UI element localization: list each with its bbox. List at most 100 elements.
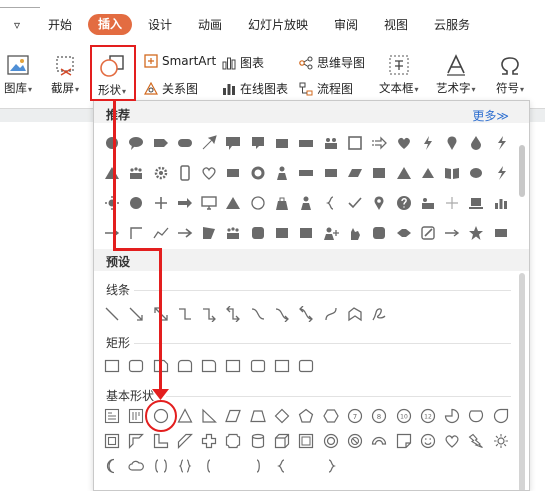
shape-square-outline[interactable] bbox=[345, 133, 365, 153]
shape-curve[interactable] bbox=[321, 304, 341, 324]
shape-rect-callout-2[interactable] bbox=[248, 133, 268, 153]
tab-review[interactable]: 审阅 bbox=[334, 15, 358, 35]
shape-heart-outline[interactable] bbox=[199, 163, 219, 183]
shape-monitor[interactable] bbox=[199, 193, 219, 213]
shape-rectangle-3[interactable] bbox=[272, 356, 292, 376]
screenshot-tool[interactable]: 截屏▾ bbox=[51, 54, 79, 96]
shape-lightning[interactable] bbox=[418, 133, 438, 153]
shape-bevel[interactable] bbox=[296, 431, 316, 451]
shape-rounded-rectangle-3[interactable] bbox=[296, 356, 316, 376]
shape-line-arrow[interactable] bbox=[126, 304, 146, 324]
shape-double-brace[interactable] bbox=[175, 456, 195, 476]
shape-bolt-3[interactable] bbox=[491, 163, 511, 183]
gallery-scrollbar-upper[interactable] bbox=[519, 145, 525, 197]
shape-arrow-line-2[interactable] bbox=[175, 223, 195, 243]
shape-blob[interactable] bbox=[466, 163, 486, 183]
online-chart-tool[interactable]: 在线图表 bbox=[222, 80, 288, 97]
shape-person-plus[interactable] bbox=[321, 223, 341, 243]
shape-freeform[interactable] bbox=[345, 304, 365, 324]
flowchart-tool[interactable]: 流程图 bbox=[299, 80, 353, 97]
shape-zigzag[interactable] bbox=[151, 223, 171, 243]
shape-can[interactable] bbox=[248, 431, 268, 451]
shape-arrow-right[interactable] bbox=[175, 193, 195, 213]
shape-triangle[interactable] bbox=[102, 163, 122, 183]
shape-rect[interactable] bbox=[272, 133, 292, 153]
shape-parallelogram[interactable] bbox=[345, 163, 365, 183]
shape-cross-light[interactable] bbox=[442, 193, 462, 213]
tab-design[interactable]: 设计 bbox=[148, 15, 172, 35]
shape-elbow-connector[interactable] bbox=[175, 304, 195, 324]
shape-rounded-square-2[interactable] bbox=[369, 223, 389, 243]
shape-round-top[interactable] bbox=[175, 356, 195, 376]
shape-diagonal-stripe[interactable] bbox=[175, 431, 195, 451]
shape-elbow-arrow[interactable] bbox=[199, 304, 219, 324]
shape-smiley[interactable] bbox=[418, 431, 438, 451]
tab-start[interactable]: 开始 bbox=[48, 15, 72, 35]
shape-snip-round[interactable] bbox=[199, 356, 219, 376]
shape-question[interactable] bbox=[394, 193, 414, 213]
shape-decagon[interactable]: 10 bbox=[394, 406, 414, 426]
shape-moon[interactable] bbox=[102, 456, 122, 476]
shape-right-bracket[interactable] bbox=[248, 456, 268, 476]
shape-no-symbol[interactable] bbox=[345, 431, 365, 451]
shape-drop[interactable] bbox=[466, 133, 486, 153]
shape-cube[interactable] bbox=[272, 431, 292, 451]
shape-triangle-4[interactable] bbox=[223, 193, 243, 213]
shape-parallelogram-outline[interactable] bbox=[223, 406, 243, 426]
shape-circle-outline[interactable] bbox=[248, 193, 268, 213]
shape-rounded-rect[interactable] bbox=[175, 133, 195, 153]
shape-laptop[interactable] bbox=[466, 193, 486, 213]
tab-slideshow[interactable]: 幻灯片放映 bbox=[248, 15, 308, 35]
shape-pentagon[interactable] bbox=[296, 406, 316, 426]
shape-diamond[interactable] bbox=[272, 406, 292, 426]
shape-bar[interactable] bbox=[296, 163, 316, 183]
shape-vertical-textbox[interactable] bbox=[126, 406, 146, 426]
shape-circle[interactable] bbox=[102, 133, 122, 153]
shape-trapezoid[interactable] bbox=[248, 406, 268, 426]
shape-rounded-rectangle-2[interactable] bbox=[248, 356, 268, 376]
shape-triangle-3[interactable] bbox=[418, 163, 438, 183]
shape-rect-6[interactable] bbox=[272, 223, 292, 243]
shape-edit[interactable] bbox=[418, 223, 438, 243]
shape-arc[interactable] bbox=[369, 431, 389, 451]
shape-double-bracket[interactable] bbox=[151, 456, 171, 476]
shape-star[interactable] bbox=[466, 223, 486, 243]
tab-cloud[interactable]: 云服务 bbox=[434, 15, 470, 35]
shape-textbox[interactable] bbox=[102, 406, 122, 426]
shape-brace[interactable] bbox=[321, 193, 341, 213]
shape-frame[interactable] bbox=[102, 431, 122, 451]
shape-triangle-2[interactable] bbox=[394, 163, 414, 183]
shape-curved-connector[interactable] bbox=[248, 304, 268, 324]
shape-team[interactable] bbox=[418, 193, 438, 213]
shape-arrow-line-3[interactable] bbox=[442, 223, 462, 243]
textbox-tool[interactable]: 文本框▾ bbox=[379, 54, 419, 96]
symbol-tool[interactable]: 符号▾ bbox=[496, 54, 524, 96]
shape-rectangle-2[interactable] bbox=[223, 356, 243, 376]
chart-tool[interactable]: 图表 bbox=[222, 54, 264, 71]
shape-heart[interactable] bbox=[394, 133, 414, 153]
shape-rounded-rectangle[interactable] bbox=[126, 356, 146, 376]
shape-folded-corner[interactable] bbox=[394, 431, 414, 451]
shape-octagon[interactable]: 8 bbox=[369, 406, 389, 426]
smartart-tool[interactable]: SmartArt bbox=[144, 54, 216, 68]
shape-chord[interactable] bbox=[466, 406, 486, 426]
shape-striped-arrow[interactable] bbox=[369, 133, 389, 153]
shape-rect-5[interactable] bbox=[369, 163, 389, 183]
shape-curved-arrow[interactable] bbox=[272, 304, 292, 324]
shape-circle-2[interactable] bbox=[126, 193, 146, 213]
shape-sun[interactable] bbox=[102, 193, 122, 213]
shape-check[interactable] bbox=[345, 193, 365, 213]
shape-pie[interactable] bbox=[442, 406, 462, 426]
shape-heptagon[interactable]: 7 bbox=[345, 406, 365, 426]
gallery-scrollbar-lower[interactable] bbox=[519, 273, 525, 490]
shape-line[interactable] bbox=[102, 304, 122, 324]
relation-tool[interactable]: 关系图 bbox=[144, 80, 198, 97]
shape-location[interactable] bbox=[369, 193, 389, 213]
shape-curved-double-arrow[interactable] bbox=[296, 304, 316, 324]
shape-right-triangle[interactable] bbox=[199, 406, 219, 426]
picture-tool[interactable]: 图库▾ bbox=[4, 54, 32, 96]
shape-left-brace[interactable] bbox=[272, 456, 292, 476]
shape-isosceles-triangle[interactable] bbox=[175, 406, 195, 426]
shape-bag[interactable] bbox=[272, 193, 292, 213]
more-link[interactable]: 更多≫ bbox=[472, 107, 509, 124]
